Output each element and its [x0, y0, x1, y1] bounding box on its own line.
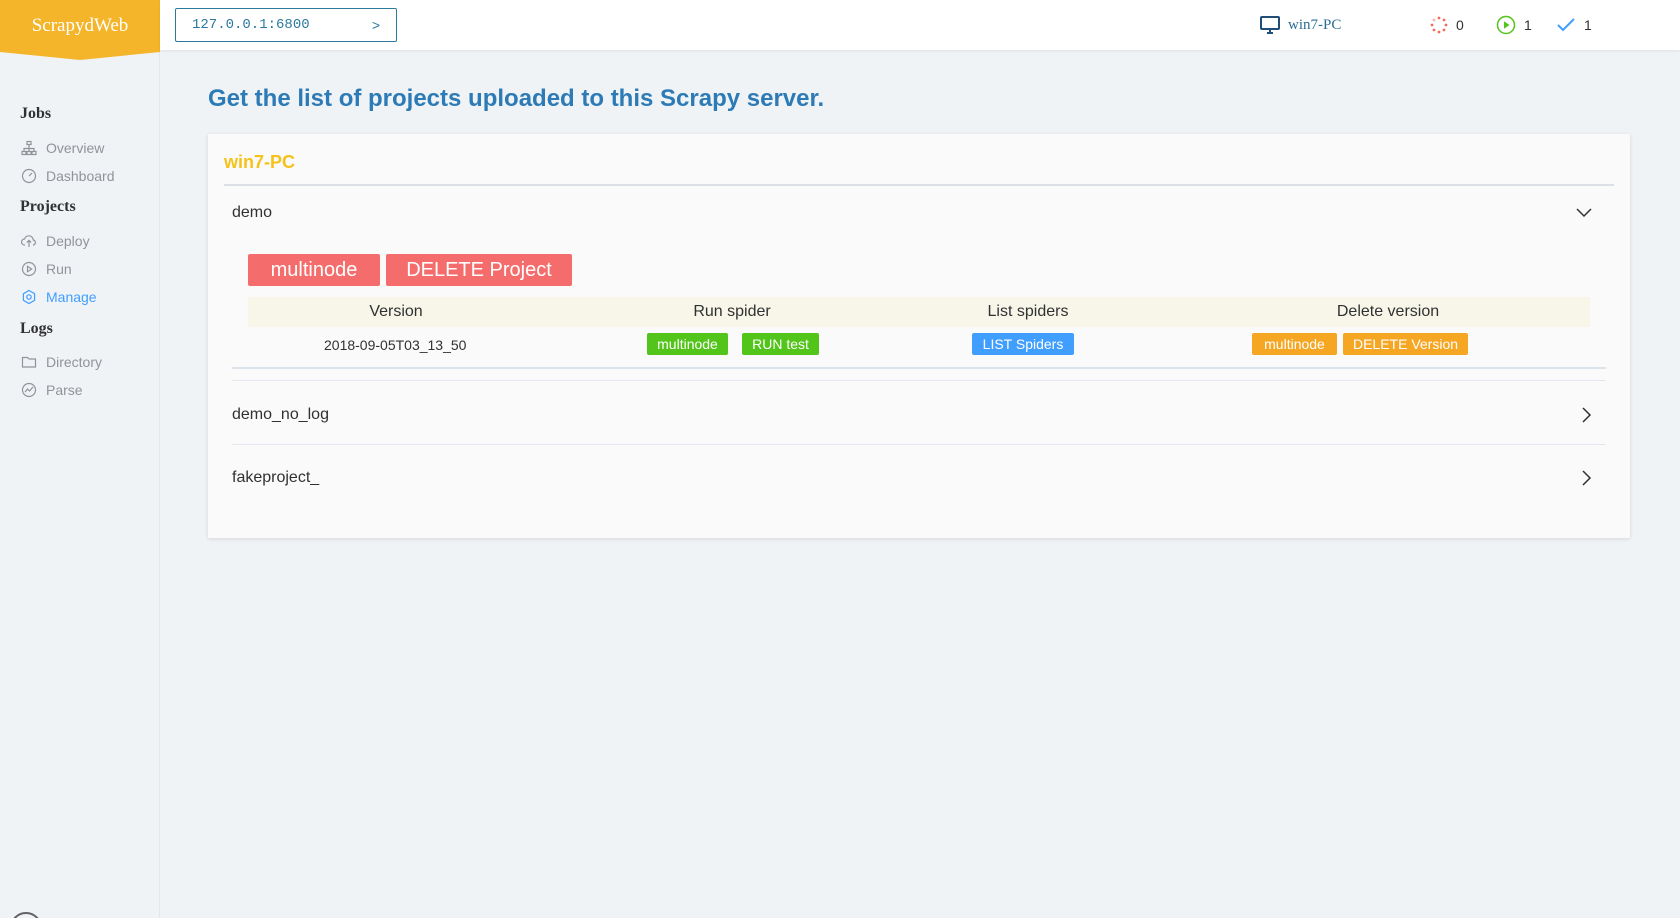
column-header-list-spiders: List spiders	[987, 303, 1069, 320]
page-title: Get the list of projects uploaded to thi…	[208, 85, 825, 112]
monitor-icon	[1260, 16, 1280, 34]
sidebar-item-run[interactable]: Run	[20, 259, 72, 279]
upload-cloud-icon	[20, 232, 38, 250]
nav-group-projects: Projects	[20, 198, 76, 215]
project-row-demo-no-log[interactable]: demo_no_log	[232, 395, 1606, 435]
running-jobs-indicator[interactable]: 1	[1496, 12, 1532, 38]
nav-group-jobs: Jobs	[20, 105, 52, 122]
sidebar-item-directory[interactable]: Directory	[20, 352, 102, 372]
running-count: 1	[1524, 17, 1532, 33]
gear-icon	[20, 288, 38, 306]
avatar-icon[interactable]	[10, 912, 42, 918]
card-title: win7-PC	[224, 152, 296, 172]
project-name: demo_no_log	[232, 406, 329, 423]
sitemap-icon	[20, 139, 38, 157]
card-divider	[224, 184, 1614, 186]
chevron-right-icon[interactable]	[1582, 470, 1592, 486]
delete-project-button[interactable]: DELETE Project	[386, 254, 572, 286]
chart-icon	[20, 381, 38, 399]
play-circle-icon	[20, 260, 38, 278]
chevron-right-icon: >	[371, 17, 380, 33]
host-name: win7-PC	[1288, 16, 1342, 33]
divider	[232, 444, 1606, 445]
finished-count: 1	[1584, 17, 1592, 33]
sidebar-item-overview[interactable]: Overview	[20, 138, 104, 158]
finished-jobs-indicator[interactable]: 1	[1556, 12, 1592, 38]
delete-multinode-button[interactable]: multinode	[1252, 333, 1337, 355]
sidebar-item-label: Directory	[46, 354, 103, 370]
delete-version-button[interactable]: DELETE Version	[1343, 333, 1468, 355]
sidebar-item-deploy[interactable]: Deploy	[20, 231, 90, 251]
nav-group-logs: Logs	[20, 320, 53, 337]
sidebar-item-dashboard[interactable]: Dashboard	[20, 166, 115, 186]
top-header: 127.0.0.1:6800 > win7-PC 0 1 1	[160, 0, 1680, 50]
sidebar-item-label: Deploy	[46, 233, 90, 249]
pending-count: 0	[1456, 17, 1464, 33]
sidebar-item-label: Manage	[46, 289, 97, 305]
sidebar-item-parse[interactable]: Parse	[20, 380, 83, 400]
versions-table-header: Version Run spider List spiders Delete v…	[248, 297, 1590, 327]
project-name: demo	[232, 204, 273, 221]
server-selector[interactable]: 127.0.0.1:6800 >	[175, 8, 397, 42]
sidebar-item-label: Overview	[46, 140, 105, 156]
chevron-right-icon[interactable]	[1582, 407, 1592, 423]
folder-icon	[20, 353, 38, 371]
play-circle-icon	[1496, 15, 1516, 35]
pending-spinner-icon	[1430, 16, 1448, 34]
project-name: fakeproject_	[232, 469, 320, 486]
run-test-button[interactable]: RUN test	[742, 333, 819, 355]
app-logo[interactable]: ScrapydWeb	[0, 0, 160, 60]
table-bottom-border	[232, 367, 1606, 369]
project-row-demo[interactable]: demo	[232, 193, 1606, 233]
multinode-button[interactable]: multinode	[248, 254, 380, 286]
project-row-fakeproject[interactable]: fakeproject_	[232, 458, 1606, 498]
column-header-version: Version	[369, 303, 423, 320]
list-spiders-button[interactable]: LIST Spiders	[972, 333, 1074, 355]
pending-jobs-indicator[interactable]: 0	[1430, 12, 1464, 38]
divider	[232, 380, 1606, 381]
run-multinode-button[interactable]: multinode	[647, 333, 728, 355]
sidebar: ScrapydWeb Jobs Overview Dashboard Proje…	[0, 0, 160, 918]
version-cell: 2018-09-05T03_13_50	[324, 337, 467, 353]
host-indicator[interactable]: win7-PC	[1260, 12, 1341, 38]
chevron-down-icon[interactable]	[1576, 208, 1592, 218]
sidebar-item-label: Parse	[46, 382, 83, 398]
sidebar-item-label: Dashboard	[46, 168, 115, 184]
server-address: 127.0.0.1:6800	[192, 17, 310, 33]
column-header-run-spider: Run spider	[693, 303, 771, 320]
check-icon	[1557, 18, 1575, 32]
sidebar-item-label: Run	[46, 261, 72, 277]
sidebar-item-manage[interactable]: Manage	[20, 287, 97, 307]
speedometer-icon	[20, 167, 38, 185]
column-header-delete-version: Delete version	[1336, 303, 1440, 320]
